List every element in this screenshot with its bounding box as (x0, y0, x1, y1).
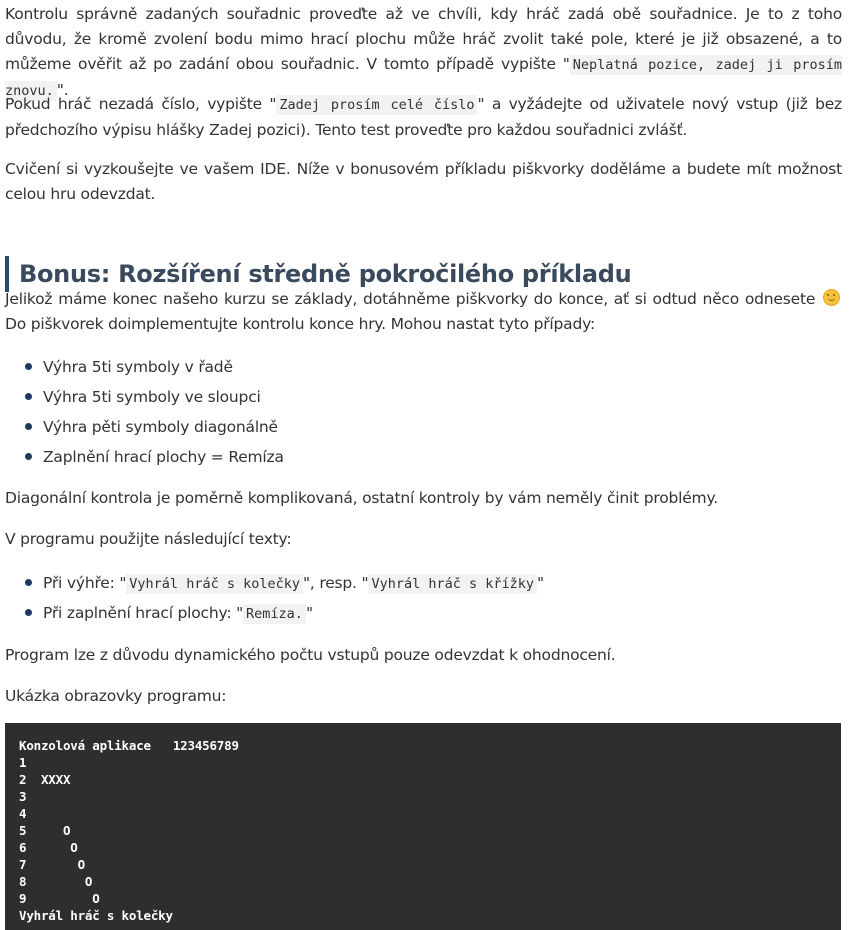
bullet-icon (25, 579, 32, 586)
list-item-label: Výhra 5ti symboly v řadě (43, 358, 233, 376)
console-line: 6 O (19, 840, 78, 855)
list-item: Výhra 5ti symboly v řadě (20, 352, 284, 382)
bullet-icon (25, 393, 32, 400)
paragraph-coordinate-check: Kontrolu správně zadaných souřadnic prov… (5, 2, 842, 104)
article-page: Kontrolu správně zadaných souřadnic prov… (0, 0, 856, 930)
paragraph-bonus-intro: Jelikož máme konec našeho kurzu se zákla… (5, 287, 842, 337)
list-item-label: Výhra pěti symboly diagonálně (43, 418, 278, 436)
inline-code-enter-integer: Zadej prosím celé číslo (276, 95, 478, 115)
list-item: Při zaplnění hrací plochy: " Remíza. " (20, 598, 544, 628)
list-item-text: Při zaplnění hrací plochy: " (43, 604, 244, 622)
bullet-icon (25, 363, 32, 370)
console-line: Konzolová aplikace 123456789 (19, 738, 239, 753)
list-item-label: Výhra 5ti symboly ve sloupci (43, 388, 261, 406)
paragraph-text: Jelikož máme konec našeho kurzu se zákla… (5, 290, 816, 308)
console-output: Konzolová aplikace 123456789 1 2 XXXX 3 … (5, 723, 841, 930)
list-item-text: Při výhře: " (43, 574, 127, 592)
console-line: Vyhrál hráč s kolečky (19, 908, 173, 923)
inline-code-draw: Remíza. (243, 604, 306, 624)
list-item: Při výhře: " Vyhrál hráč s kolečky ", resp… (20, 568, 544, 598)
paragraph-text: Do piškvorek doimplementujte kontrolu ko… (5, 315, 595, 333)
list-item: Výhra 5ti symboly ve sloupci (20, 382, 284, 412)
console-line: 9 O (19, 891, 100, 906)
inline-code-win-circles: Vyhrál hráč s kolečky (126, 574, 303, 594)
list-item: Výhra pěti symboly diagonálně (20, 412, 284, 442)
paragraph-text: Pokud hráč nezadá číslo, vypište " (5, 95, 277, 113)
list-item-text: ", resp. " (302, 574, 369, 592)
paragraph-diagonal-note: Diagonální kontrola je poměrně komplikov… (5, 489, 718, 507)
bullet-icon (25, 423, 32, 430)
console-line: 1 (19, 755, 27, 770)
paragraph-try-in-ide: Cvičení si vyzkoušejte ve vašem IDE. Níž… (5, 160, 842, 203)
list-item-text: " (537, 574, 544, 592)
console-line: 7 O (19, 857, 85, 872)
list-item-text: " (305, 604, 313, 622)
bullet-icon (25, 609, 32, 616)
list-item-label: Zaplnění hrací plochy = Remíza (43, 448, 284, 466)
game-end-cases-list: Výhra 5ti symboly v řadě Výhra 5ti symbo… (20, 352, 284, 472)
paragraph-number-check: Pokud hráč nezadá číslo, vypište " Zadej … (5, 92, 842, 143)
console-line: 2 XXXX (19, 772, 71, 787)
bullet-icon (25, 453, 32, 460)
smiley-icon (823, 289, 840, 306)
inline-code-win-crosses: Vyhrál hráč s křížky (368, 574, 537, 594)
paragraph-use-texts: V programu použijte následující texty: (5, 530, 292, 548)
paragraph-submit-note: Program lze z důvodu dynamického počtu v… (5, 646, 616, 664)
list-item: Zaplnění hrací plochy = Remíza (20, 442, 284, 472)
console-line: 8 O (19, 874, 93, 889)
console-line: 3 (19, 789, 27, 804)
console-line: 4 (19, 806, 27, 821)
output-texts-list: Při výhře: " Vyhrál hráč s kolečky ", resp… (20, 568, 544, 628)
console-line: 5 O (19, 823, 71, 838)
paragraph-screen-sample: Ukázka obrazovky programu: (5, 687, 227, 705)
